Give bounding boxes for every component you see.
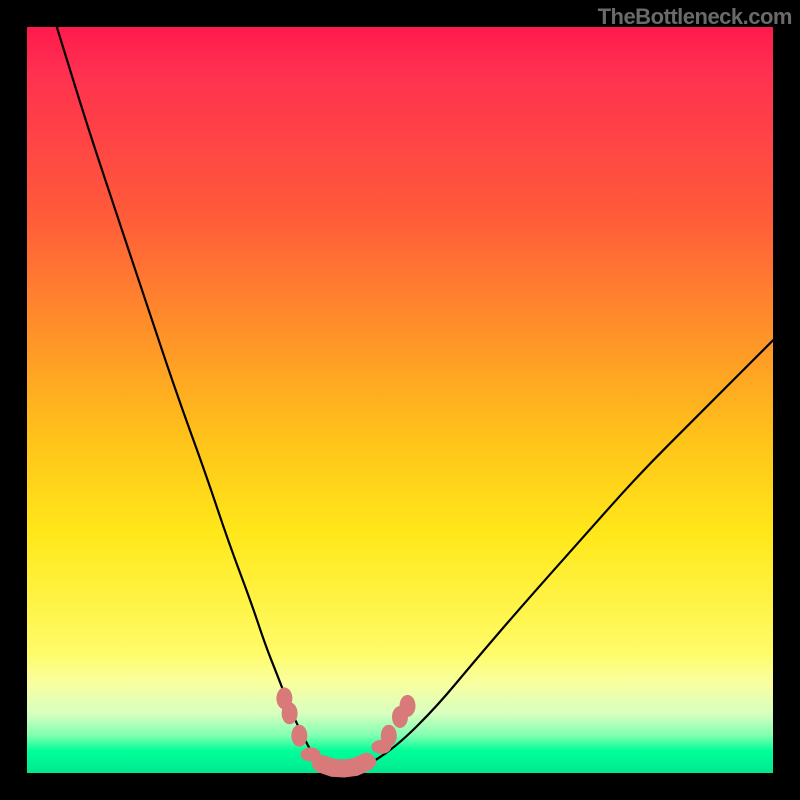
data-marker — [356, 755, 376, 769]
data-marker — [282, 702, 298, 724]
data-marker — [400, 695, 416, 717]
data-marker — [381, 725, 397, 747]
data-marker — [291, 725, 307, 747]
chart-svg — [27, 27, 773, 773]
plot-area — [27, 27, 773, 773]
bottleneck-curve — [57, 27, 773, 769]
watermark-text: TheBottleneck.com — [598, 4, 792, 30]
data-markers — [276, 687, 415, 776]
chart-frame — [0, 0, 800, 800]
